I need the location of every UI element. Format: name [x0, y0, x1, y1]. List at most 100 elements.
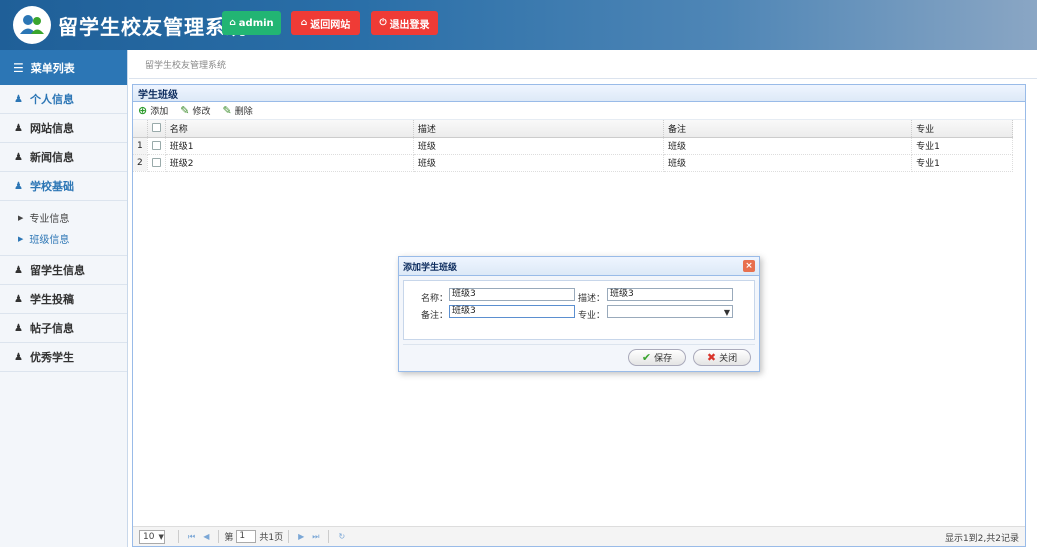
delete-label: 删除	[234, 107, 253, 117]
check-icon: ✔	[641, 351, 652, 364]
row-select-cell	[147, 154, 166, 172]
sidebar-item-label: 个人信息	[29, 93, 74, 106]
pager-info: 显示1到2,共2记录	[944, 534, 1019, 544]
sidebar-item-label: 优秀学生	[29, 351, 74, 364]
return-site-label: 返回网站	[310, 19, 351, 31]
prev-page-icon[interactable]: ◀	[203, 532, 209, 541]
table-header-row: 名称 描述 备注 专业	[133, 120, 1013, 138]
save-button[interactable]: ✔ 保存	[628, 349, 686, 366]
caret-right-icon: ▶	[18, 213, 24, 222]
page-prefix: 第	[224, 533, 234, 543]
menu-list-title: 菜单列表	[30, 61, 75, 75]
page-size-select[interactable]: 10 ▼	[139, 529, 165, 544]
add-label: 添加	[150, 107, 169, 117]
select-all-cell	[147, 120, 166, 138]
pager-divider	[178, 530, 179, 543]
pager-divider	[218, 530, 220, 543]
users-logo-icon	[13, 6, 51, 44]
cell-major: 专业1	[911, 137, 1013, 155]
user-icon: ♟	[14, 293, 23, 305]
home-icon: ⌂	[300, 18, 308, 28]
pager-divider	[328, 530, 330, 543]
next-page-icon[interactable]: ▶	[298, 532, 304, 541]
add-icon: ⊕	[138, 104, 148, 117]
user-icon: ♟	[14, 151, 23, 163]
sidebar-item-student-info[interactable]: ♟ 留学生信息	[0, 256, 127, 285]
last-page-icon[interactable]: ⏭	[312, 532, 319, 542]
return-site-button[interactable]: ⌂ 返回网站	[291, 11, 360, 35]
save-label: 保存	[654, 354, 673, 364]
note-label: 备注：	[421, 311, 449, 321]
row-checkbox[interactable]	[151, 140, 161, 150]
sidebar-item-label: 帖子信息	[29, 322, 74, 335]
column-header-major[interactable]: 专业	[911, 120, 1013, 138]
delete-button[interactable]: ✎ 删除	[222, 104, 252, 117]
pencil-icon: ✎	[222, 104, 232, 117]
add-class-dialog: 添加学生班级 × 名称： 班级3 描述： 班级3 备注： 班级3 专业： ▼ ✔…	[398, 256, 760, 372]
user-icon: ♟	[14, 180, 23, 192]
row-number: 1	[133, 137, 148, 155]
user-icon: ♟	[14, 93, 23, 105]
pager-divider	[288, 530, 290, 543]
row-number: 2	[133, 154, 148, 172]
table-row[interactable]: 2 班级2 班级 班级 专业1	[133, 154, 1013, 172]
sidebar-subitem-major-info[interactable]: ▶ 专业信息	[0, 207, 127, 228]
first-page-icon[interactable]: ⏮	[188, 532, 195, 542]
close-button[interactable]: ✖ 关闭	[693, 349, 751, 366]
major-select[interactable]: ▼	[607, 305, 733, 318]
table-row[interactable]: 1 班级1 班级 班级 专业1	[133, 137, 1013, 155]
note-input[interactable]: 班级3	[449, 305, 575, 318]
dialog-footer: ✔ 保存 ✖ 关闭	[403, 344, 755, 368]
sidebar-item-submissions[interactable]: ♟ 学生投稿	[0, 285, 127, 314]
cell-note: 班级	[663, 137, 913, 155]
breadcrumb: 留学生校友管理系统	[129, 50, 1037, 79]
refresh-icon[interactable]: ↻	[338, 532, 345, 541]
name-input[interactable]: 班级3	[449, 288, 575, 301]
sidebar-subitem-label: 专业信息	[29, 214, 70, 225]
sidebar-subitem-label: 班级信息	[29, 235, 70, 246]
desc-input[interactable]: 班级3	[607, 288, 733, 301]
panel-title: 学生班级	[133, 85, 1025, 102]
cell-desc: 班级	[413, 154, 664, 172]
class-table: 名称 描述 备注 专业 1 班级1 班级 班级 专业1 2 班级2 班级 班级	[133, 120, 1013, 172]
select-all-checkbox[interactable]	[151, 123, 161, 133]
close-label: 关闭	[719, 354, 738, 364]
row-number-header	[133, 120, 148, 138]
app-title: 留学生校友管理系统	[58, 15, 247, 39]
add-button[interactable]: ⊕ 添加	[138, 104, 168, 117]
caret-right-icon: ▶	[18, 234, 24, 243]
row-select-cell	[147, 137, 166, 155]
home-icon: ⌂	[229, 18, 236, 28]
sidebar-subgroup-school-basics: ▶ 专业信息 ▶ 班级信息	[0, 201, 127, 256]
pagination-bar: 10 ▼ ⏮ ◀ 第 1 共1页 ▶ ⏭ ↻ 显示1到2,共2记录	[133, 526, 1025, 546]
desc-label: 描述：	[578, 294, 606, 304]
user-icon: ♟	[14, 351, 23, 363]
pencil-icon: ✎	[180, 104, 190, 117]
sidebar-item-posts[interactable]: ♟ 帖子信息	[0, 314, 127, 343]
logout-button[interactable]: ⏻ 退出登录	[371, 11, 438, 35]
sidebar-item-news-info[interactable]: ♟ 新闻信息	[0, 143, 127, 172]
edit-button[interactable]: ✎ 修改	[180, 104, 210, 117]
admin-button[interactable]: ⌂ admin	[222, 11, 281, 35]
grid-toolbar: ⊕ 添加 ✎ 修改 ✎ 删除	[133, 102, 1025, 120]
close-icon[interactable]: ×	[743, 260, 755, 272]
sidebar-subitem-class-info[interactable]: ▶ 班级信息	[0, 228, 127, 249]
sidebar-item-school-basics[interactable]: ♟ 学校基础	[0, 172, 127, 201]
cell-major: 专业1	[911, 154, 1013, 172]
cell-desc: 班级	[413, 137, 664, 155]
sidebar-item-website-info[interactable]: ♟ 网站信息	[0, 114, 127, 143]
column-header-name[interactable]: 名称	[165, 120, 414, 138]
sidebar-item-personal-info[interactable]: ♟ 个人信息	[0, 85, 127, 114]
dropdown-arrow-icon: ▼	[158, 532, 164, 541]
cell-name: 班级2	[165, 154, 414, 172]
column-header-desc[interactable]: 描述	[413, 120, 664, 138]
page-number-input[interactable]: 1	[236, 530, 257, 543]
sidebar-item-label: 学校基础	[29, 180, 74, 193]
list-icon: ☰	[13, 60, 24, 75]
column-header-note[interactable]: 备注	[663, 120, 913, 138]
name-label: 名称：	[421, 294, 449, 304]
admin-label: admin	[238, 17, 274, 29]
menu-list-header: ☰ 菜单列表	[0, 50, 127, 85]
row-checkbox[interactable]	[151, 157, 161, 167]
sidebar-item-top-students[interactable]: ♟ 优秀学生	[0, 343, 127, 372]
